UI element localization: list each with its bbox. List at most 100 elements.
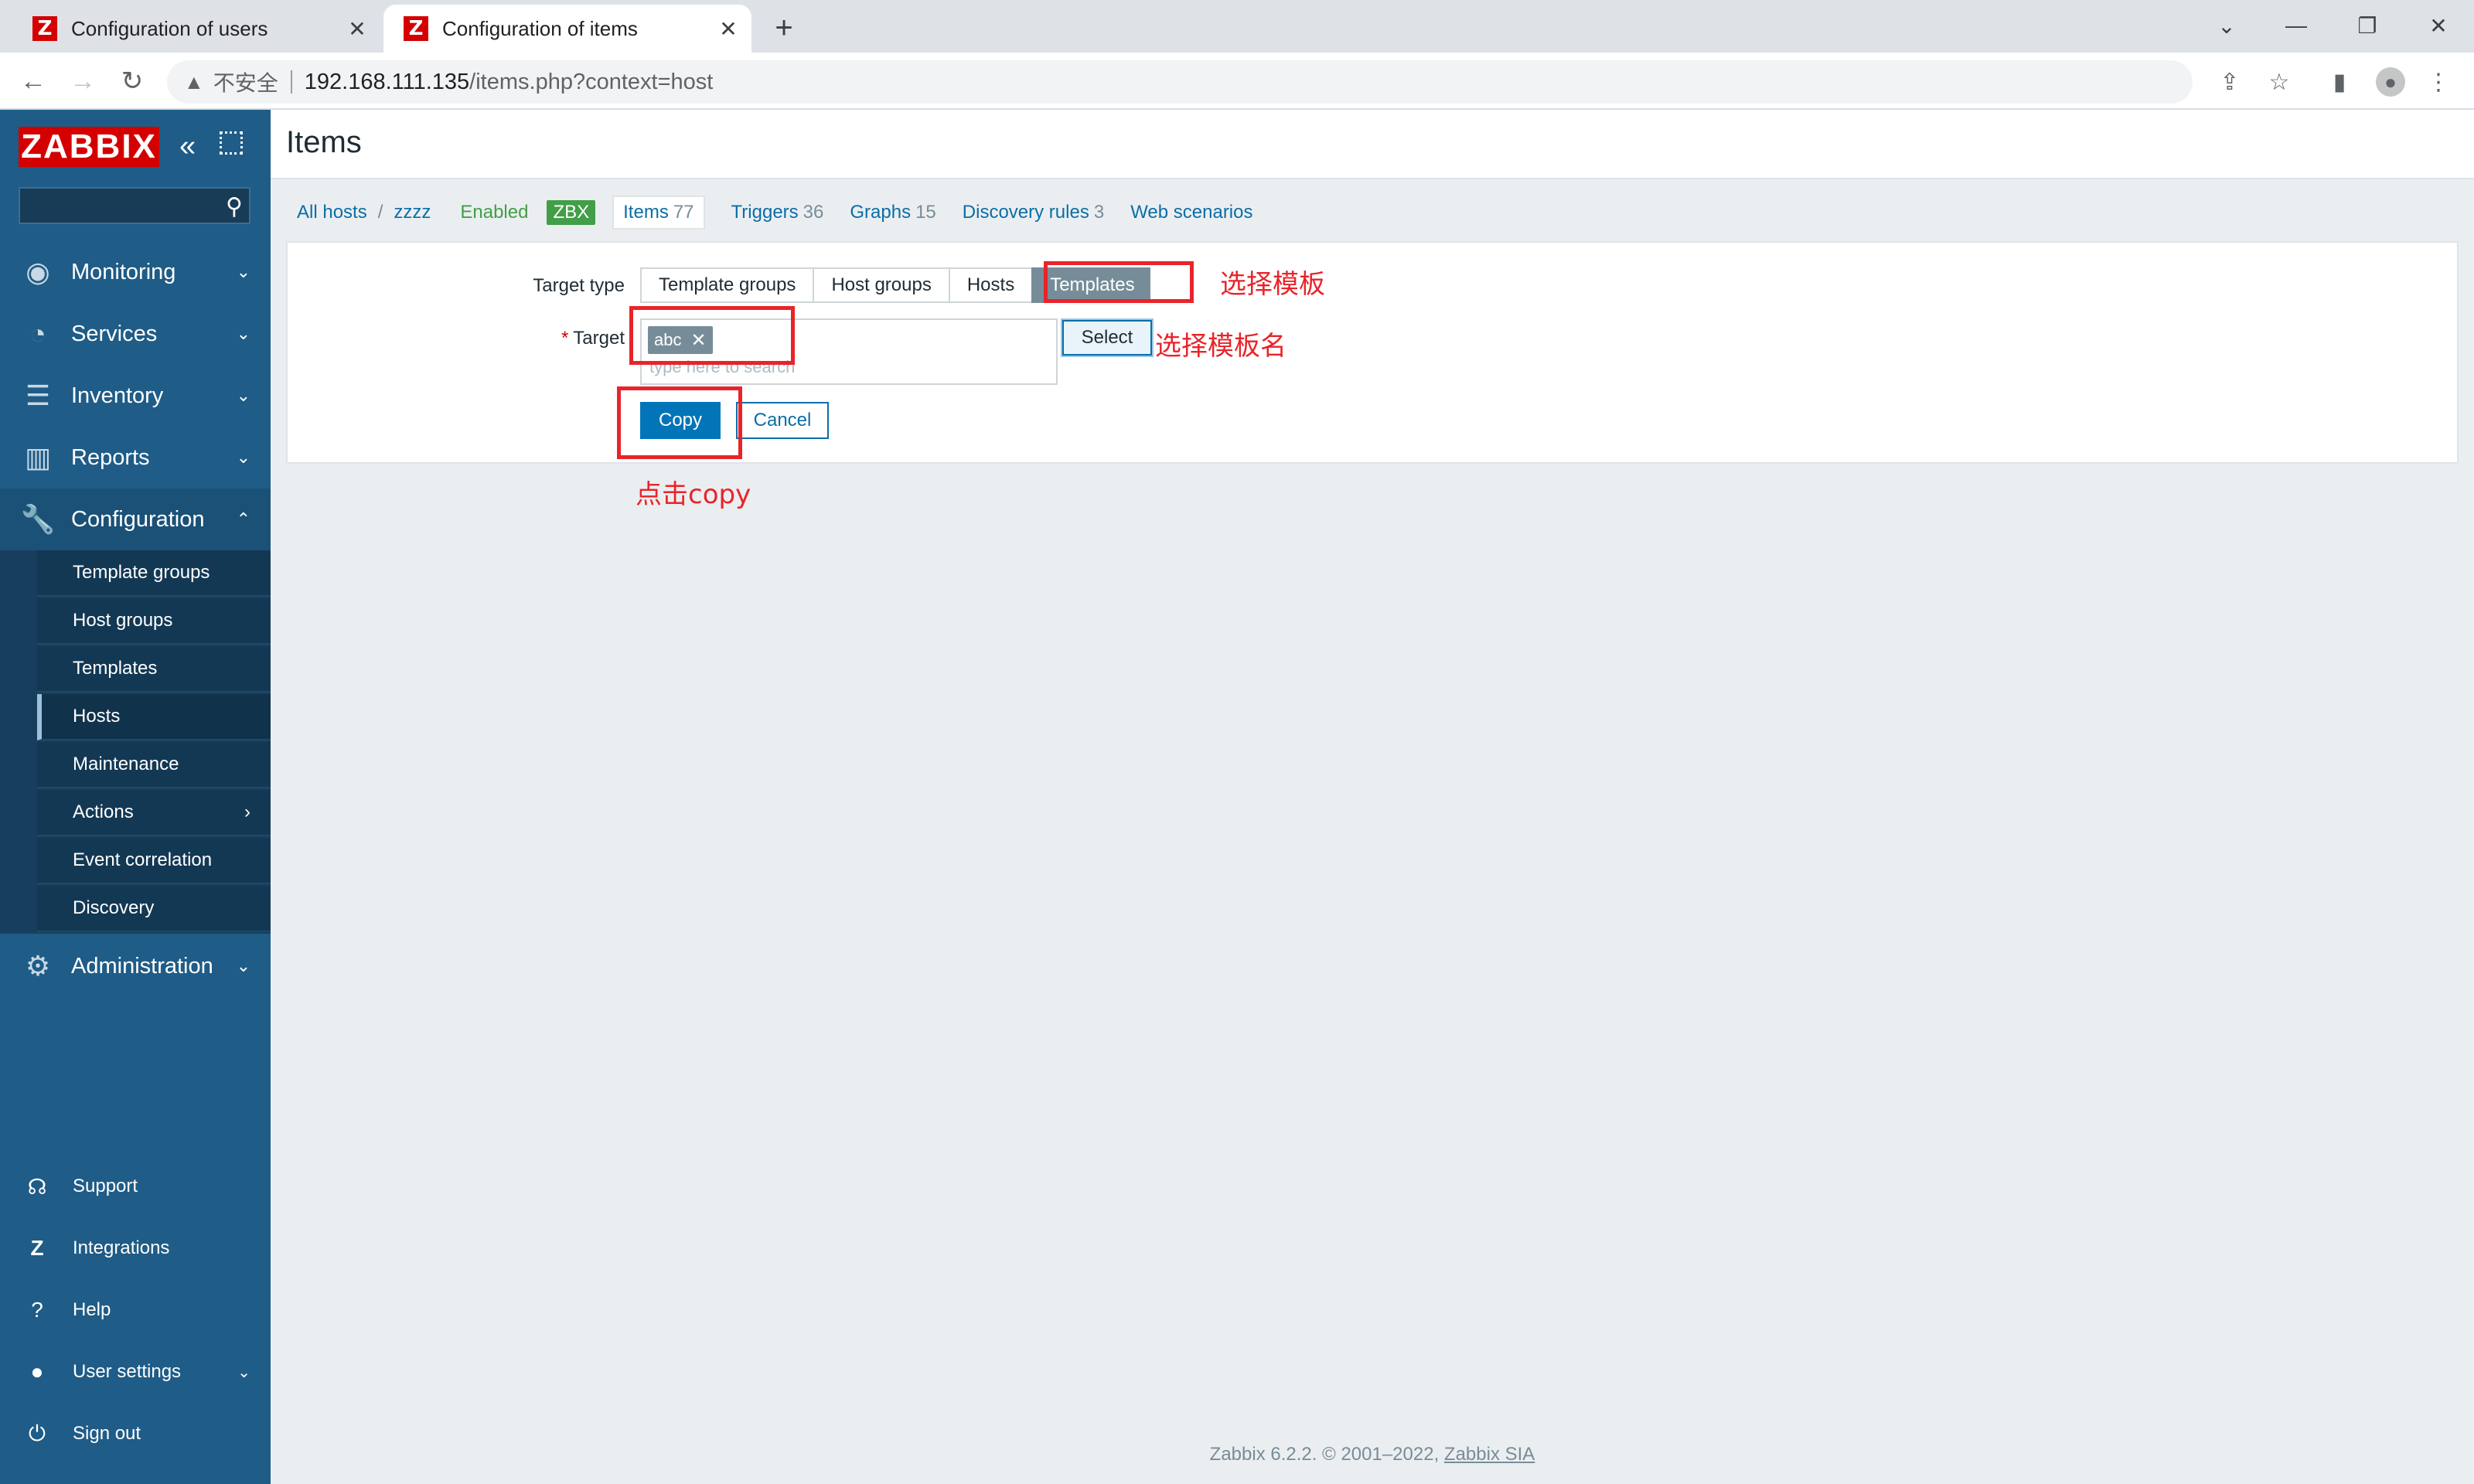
util-integrations[interactable]: Z Integrations xyxy=(0,1221,271,1275)
footer-text: Zabbix 6.2.2. © 2001–2022, xyxy=(1209,1444,1440,1465)
eye-icon: ◉ xyxy=(26,256,50,288)
nav-label: Configuration xyxy=(71,506,205,532)
sidebar-search-input[interactable]: ⚲ xyxy=(19,187,250,224)
annotation-box-copy xyxy=(617,386,742,459)
submenu-label: Template groups xyxy=(73,562,210,583)
kiosk-mode-icon[interactable] xyxy=(220,131,243,155)
util-sign-out[interactable]: ⏻ Sign out xyxy=(0,1407,271,1461)
reload-icon[interactable]: ↻ xyxy=(113,62,152,100)
submenu-label: Host groups xyxy=(73,610,173,631)
submenu-label: Discovery xyxy=(73,897,155,918)
host-tab-graphs[interactable]: Graphs 15 xyxy=(850,202,935,223)
target-type-template-groups[interactable]: Template groups xyxy=(640,267,815,303)
breadcrumb-all-hosts[interactable]: All hosts xyxy=(297,202,367,223)
minimize-icon[interactable]: — xyxy=(2273,6,2319,45)
footer-link[interactable]: Zabbix SIA xyxy=(1444,1444,1535,1465)
host-tab-web-scenarios[interactable]: Web scenarios xyxy=(1130,202,1257,223)
tab-label: Web scenarios xyxy=(1130,202,1253,223)
chevron-up-icon: ⌃ xyxy=(236,509,250,529)
util-help[interactable]: ? Help xyxy=(0,1283,271,1337)
restore-icon[interactable]: ❐ xyxy=(2344,6,2391,45)
annotation-template-name-note: 选择模板名 xyxy=(1155,331,1286,362)
chevron-down-icon: ⌄ xyxy=(236,324,250,343)
host-tab-items[interactable]: Items 77 xyxy=(612,196,705,230)
submenu-event-correlation[interactable]: Event correlation xyxy=(37,838,271,884)
select-button[interactable]: Select xyxy=(1062,320,1152,356)
cancel-button[interactable]: Cancel xyxy=(736,402,829,439)
new-tab-button[interactable]: + xyxy=(767,11,801,45)
browser-toolbar: ← → ↻ ▲ 不安全 192.168.111.135/items.php?co… xyxy=(0,53,2474,110)
target-label-text: Target xyxy=(573,328,625,349)
required-mark: * xyxy=(561,328,569,349)
insecure-label[interactable]: 不安全 xyxy=(213,66,278,97)
collapse-sidebar-icon[interactable]: « xyxy=(179,130,196,163)
url-path: /items.php?context=host xyxy=(469,69,714,94)
bookmark-star-icon[interactable]: ☆ xyxy=(2261,63,2298,100)
breadcrumb: All hosts / zzzz Enabled ZBX Items 77 Tri… xyxy=(271,193,2474,232)
close-tab-icon[interactable]: ✕ xyxy=(713,13,744,44)
sidebar: ZABBIX « ⚲ ◉ Monitoring ⌄ ◔ Services ⌄ ☰… xyxy=(0,110,271,1484)
zabbix-logo[interactable]: ZABBIX xyxy=(19,127,159,167)
configuration-submenu: Template groups Host groups Templates Ho… xyxy=(0,550,271,934)
target-label: * Target xyxy=(489,328,625,349)
host-tab-discovery-rules[interactable]: Discovery rules 3 xyxy=(963,202,1104,223)
list-icon: ☰ xyxy=(25,380,51,411)
submenu-actions[interactable]: Actions › xyxy=(37,790,271,836)
window-close-icon[interactable]: ✕ xyxy=(2415,6,2462,45)
nav-label: Services xyxy=(71,321,158,346)
chevron-down-icon: ⌄ xyxy=(237,1363,250,1381)
host-tab-triggers[interactable]: Triggers 36 xyxy=(731,202,824,223)
submenu-hosts[interactable]: Hosts xyxy=(37,694,271,740)
tab-count: 36 xyxy=(803,202,824,223)
chevron-down-icon: ⌄ xyxy=(236,956,250,975)
host-status[interactable]: Enabled xyxy=(460,202,528,223)
nav-configuration[interactable]: 🔧 Configuration ⌃ xyxy=(0,488,271,550)
submenu-discovery[interactable]: Discovery xyxy=(37,886,271,932)
bar-chart-icon: ▥ xyxy=(24,441,51,473)
forward-icon[interactable]: → xyxy=(63,62,102,100)
annotation-box-templates xyxy=(1044,261,1194,303)
back-icon[interactable]: ← xyxy=(14,62,53,100)
util-support[interactable]: ☊ Support xyxy=(0,1159,271,1213)
gear-icon: ⚙ xyxy=(25,950,51,982)
warning-icon[interactable]: ▲ xyxy=(184,70,204,94)
browser-menu-icon[interactable]: ⋮ xyxy=(2420,63,2457,100)
submenu-maintenance[interactable]: Maintenance xyxy=(37,742,271,788)
submenu-templates[interactable]: Templates xyxy=(37,646,271,693)
zbx-availability-badge: ZBX xyxy=(547,200,596,225)
search-icon[interactable]: ⚲ xyxy=(226,193,243,220)
share-icon[interactable]: ⇪ xyxy=(2211,63,2248,100)
target-type-host-groups[interactable]: Host groups xyxy=(813,267,950,303)
page-header: Items xyxy=(271,110,2474,179)
tab-title: Configuration of items xyxy=(442,16,638,40)
chevron-down-icon: ⌄ xyxy=(236,448,250,467)
nav-inventory[interactable]: ☰ Inventory ⌄ xyxy=(0,365,271,427)
submenu-host-groups[interactable]: Host groups xyxy=(37,598,271,645)
address-bar[interactable]: ▲ 不安全 192.168.111.135/items.php?context=… xyxy=(167,60,2193,104)
profile-button[interactable]: ● xyxy=(2372,63,2409,100)
nav-label: Monitoring xyxy=(71,259,176,284)
user-icon: ● xyxy=(30,1360,44,1384)
annotation-copy-note: 点击copy xyxy=(636,479,751,510)
breadcrumb-host[interactable]: zzzz xyxy=(394,202,431,223)
side-panel-icon[interactable]: ▮ xyxy=(2321,63,2358,100)
nav-monitoring[interactable]: ◉ Monitoring ⌄ xyxy=(0,241,271,303)
tab-search-icon[interactable]: ⌄ xyxy=(2203,6,2250,45)
nav-services[interactable]: ◔ Services ⌄ xyxy=(0,303,271,365)
question-icon: ? xyxy=(31,1298,43,1322)
target-type-hosts[interactable]: Hosts xyxy=(948,267,1034,303)
omnibox-separator xyxy=(290,70,292,94)
url-text[interactable]: 192.168.111.135/items.php?context=host xyxy=(305,70,714,95)
browser-tab-users[interactable]: Z Configuration of users ✕ xyxy=(12,5,380,53)
util-user-settings[interactable]: ● User settings ⌄ xyxy=(0,1345,271,1399)
nav-administration[interactable]: ⚙ Administration ⌄ xyxy=(0,935,271,997)
zabbix-favicon-icon: Z xyxy=(32,16,57,41)
browser-tab-items[interactable]: Z Configuration of items ✕ xyxy=(383,5,751,53)
close-tab-icon[interactable]: ✕ xyxy=(342,13,373,44)
zabbix-z-icon: Z xyxy=(30,1236,44,1260)
submenu-label: Maintenance xyxy=(73,754,179,774)
headset-icon: ☊ xyxy=(27,1174,47,1199)
nav-reports[interactable]: ▥ Reports ⌄ xyxy=(0,427,271,488)
util-label: User settings xyxy=(73,1361,182,1382)
submenu-template-groups[interactable]: Template groups xyxy=(37,550,271,597)
